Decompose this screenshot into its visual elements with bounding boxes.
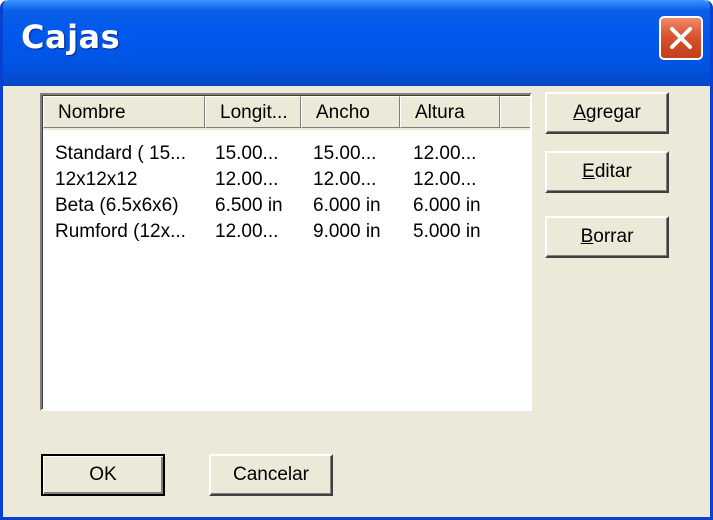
- cell-name: 12x12x12: [55, 169, 138, 190]
- column-header-width[interactable]: Ancho: [301, 96, 400, 128]
- list-item[interactable]: 12x12x12 12.00... 12.00... 12.00...: [43, 167, 530, 193]
- cell-name: Rumford (12x...: [55, 221, 186, 242]
- column-header-height[interactable]: Altura: [400, 96, 500, 128]
- cell-height: 12.00...: [413, 143, 477, 164]
- list-item[interactable]: Beta (6.5x6x6) 6.500 in 6.000 in 6.000 i…: [43, 193, 530, 219]
- list-item[interactable]: Standard ( 15... 15.00... 15.00... 12.00…: [43, 141, 530, 167]
- column-header-filler: [500, 96, 530, 128]
- cell-name: Beta (6.5x6x6): [55, 195, 179, 216]
- list-item[interactable]: Rumford (12x... 12.00... 9.000 in 5.000 …: [43, 219, 530, 245]
- cell-width: 9.000 in: [313, 221, 381, 242]
- close-icon: [670, 27, 692, 49]
- edit-button[interactable]: Editar: [545, 151, 669, 193]
- close-button[interactable]: [659, 16, 703, 60]
- window-title: Cajas: [21, 18, 121, 56]
- cell-length: 12.00...: [215, 221, 279, 242]
- edit-button-mnemonic: E: [582, 161, 595, 182]
- cell-length: 6.500 in: [215, 195, 283, 216]
- delete-button-mnemonic: B: [580, 226, 594, 247]
- cell-width: 15.00...: [313, 143, 377, 164]
- add-button-mnemonic: A: [573, 102, 586, 123]
- add-button[interactable]: Agregar: [545, 92, 669, 134]
- boxes-list[interactable]: Nombre Longit... Ancho Altura Standard (…: [40, 93, 532, 411]
- title-bar[interactable]: Cajas: [3, 0, 710, 86]
- column-header-length[interactable]: Longit...: [205, 96, 301, 128]
- dialog-window: Cajas Nombre Longit... Ancho Altura Stan…: [0, 0, 713, 520]
- edit-button-label: ditar: [594, 161, 632, 182]
- delete-button-label: orrar: [593, 226, 634, 247]
- cell-length: 15.00...: [215, 143, 279, 164]
- cell-name: Standard ( 15...: [55, 143, 186, 164]
- ok-button[interactable]: OK: [41, 454, 165, 496]
- cell-width: 12.00...: [313, 169, 377, 190]
- add-button-label: gregar: [585, 102, 641, 123]
- cell-width: 6.000 in: [313, 195, 381, 216]
- delete-button[interactable]: Borrar: [545, 216, 669, 258]
- cell-height: 5.000 in: [413, 221, 481, 242]
- cancel-button[interactable]: Cancelar: [209, 454, 333, 496]
- column-header-name[interactable]: Nombre: [43, 96, 205, 128]
- dialog-body: Nombre Longit... Ancho Altura Standard (…: [3, 86, 710, 517]
- list-header: Nombre Longit... Ancho Altura: [43, 96, 530, 130]
- cell-length: 12.00...: [215, 169, 279, 190]
- cell-height: 6.000 in: [413, 195, 481, 216]
- cell-height: 12.00...: [413, 169, 477, 190]
